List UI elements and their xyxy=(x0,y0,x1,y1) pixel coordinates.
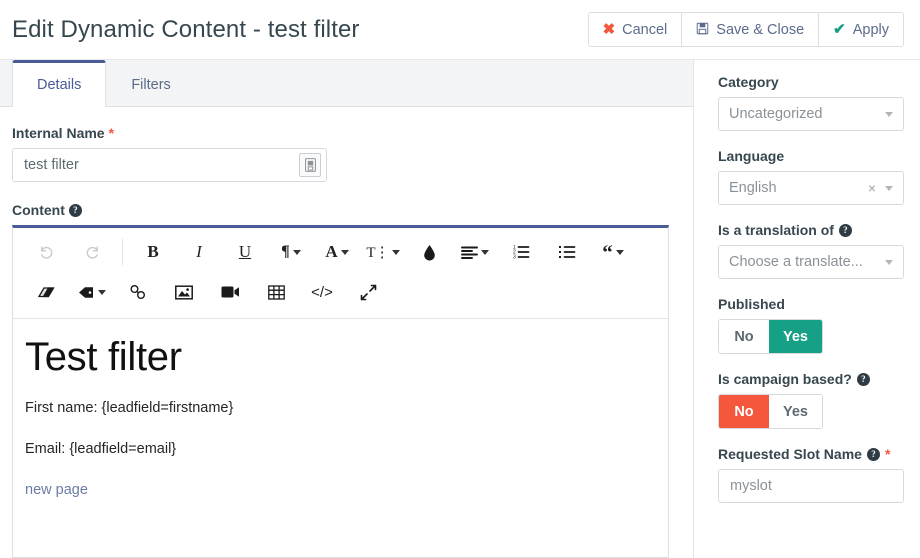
page-body: Details Filters Internal Name * xyxy=(0,60,920,558)
published-option-yes[interactable]: Yes xyxy=(769,320,822,353)
campaign-based-group: Is campaign based? ? No Yes xyxy=(718,371,904,429)
slot-name-input[interactable] xyxy=(718,469,904,503)
internal-name-label: Internal Name * xyxy=(12,125,681,141)
category-select-value: Uncategorized xyxy=(729,106,885,122)
details-panel: Internal Name * Content ? xyxy=(0,107,693,558)
editor-heading: Test filter xyxy=(25,335,654,379)
save-and-close-button[interactable]: Save & Close xyxy=(682,13,819,46)
page-header: Edit Dynamic Content - test filter ✖ Can… xyxy=(0,0,920,60)
font-family-icon[interactable]: A xyxy=(320,236,354,268)
slot-name-group: Requested Slot Name ? * xyxy=(718,446,904,503)
language-select[interactable]: English × xyxy=(718,171,904,205)
question-mark-icon[interactable]: ? xyxy=(839,224,852,237)
floppy-disk-icon xyxy=(696,22,709,37)
main-column: Details Filters Internal Name * xyxy=(0,60,694,558)
clear-formatting-icon[interactable] xyxy=(29,276,63,308)
editor-toolbar: B I U ¶ A T⋮ xyxy=(13,228,668,319)
save-and-close-button-label: Save & Close xyxy=(716,22,804,38)
bold-icon[interactable]: B xyxy=(136,236,170,268)
redo-icon[interactable] xyxy=(75,236,109,268)
insert-table-icon[interactable] xyxy=(259,276,293,308)
tab-filters[interactable]: Filters xyxy=(106,61,195,107)
question-mark-icon[interactable]: ? xyxy=(857,373,870,386)
insert-video-icon[interactable] xyxy=(213,276,247,308)
translation-label: Is a translation of ? xyxy=(718,222,904,238)
translation-label-text: Is a translation of xyxy=(718,222,834,238)
category-label: Category xyxy=(718,74,904,90)
editor-line-firstname: First name: {leadfield=firstname} xyxy=(25,399,654,418)
chevron-down-icon xyxy=(885,112,893,117)
published-option-no[interactable]: No xyxy=(719,320,769,353)
category-select[interactable]: Uncategorized xyxy=(718,97,904,131)
underline-icon[interactable]: U xyxy=(228,236,262,268)
clear-selection-icon[interactable]: × xyxy=(868,181,876,195)
apply-button[interactable]: ✔ Apply xyxy=(819,13,903,46)
category-group: Category Uncategorized xyxy=(718,74,904,131)
page-title: Edit Dynamic Content - test filter xyxy=(12,16,360,44)
chevron-down-icon xyxy=(885,260,893,265)
campaign-based-option-no[interactable]: No xyxy=(719,395,769,428)
font-size-icon[interactable]: T⋮ xyxy=(366,236,400,268)
published-label: Published xyxy=(718,296,904,312)
header-action-buttons: ✖ Cancel Save & Close ✔ Apply xyxy=(588,12,904,47)
campaign-based-label-text: Is campaign based? xyxy=(718,371,852,387)
close-x-icon: ✖ xyxy=(603,22,616,37)
edit-dynamic-content-page: Edit Dynamic Content - test filter ✖ Can… xyxy=(0,0,920,558)
internal-name-label-text: Internal Name xyxy=(12,125,105,141)
quote-icon[interactable]: “ xyxy=(596,236,630,268)
text-color-icon[interactable] xyxy=(412,236,446,268)
paragraph-format-icon[interactable]: ¶ xyxy=(274,236,308,268)
checkmark-icon: ✔ xyxy=(833,22,846,37)
insert-image-icon[interactable] xyxy=(167,276,201,308)
undo-icon[interactable] xyxy=(29,236,63,268)
language-group: Language English × xyxy=(718,148,904,205)
ordered-list-icon[interactable]: 123 xyxy=(504,236,538,268)
published-toggle: No Yes xyxy=(718,319,823,354)
translation-group: Is a translation of ? Choose a translate… xyxy=(718,222,904,279)
insert-link-icon[interactable] xyxy=(121,276,155,308)
tab-bar: Details Filters xyxy=(0,60,693,107)
required-asterisk: * xyxy=(885,446,890,462)
unordered-list-icon[interactable] xyxy=(550,236,584,268)
toolbar-separator xyxy=(122,239,123,265)
fullscreen-icon[interactable] xyxy=(351,276,385,308)
slot-name-label: Requested Slot Name ? * xyxy=(718,446,904,462)
translation-select[interactable]: Choose a translate... xyxy=(718,245,904,279)
editor-content-area[interactable]: Test filter First name: {leadfield=first… xyxy=(13,319,668,557)
builder-token-icon[interactable] xyxy=(299,153,321,177)
language-select-value: English xyxy=(729,180,868,196)
cancel-button-label: Cancel xyxy=(622,22,667,38)
italic-icon[interactable]: I xyxy=(182,236,216,268)
editor-line-new-page: new page xyxy=(25,481,654,500)
apply-button-label: Apply xyxy=(853,22,889,38)
align-icon[interactable] xyxy=(458,236,492,268)
question-mark-icon[interactable]: ? xyxy=(69,204,82,217)
published-group: Published No Yes xyxy=(718,296,904,354)
required-asterisk: * xyxy=(109,125,114,141)
campaign-based-option-yes[interactable]: Yes xyxy=(769,395,822,428)
editor-toolbar-row-1: B I U ¶ A T⋮ xyxy=(17,232,664,272)
sidebar-panel: Category Uncategorized Language English … xyxy=(694,60,920,558)
content-editor: B I U ¶ A T⋮ xyxy=(12,225,669,558)
token-tag-icon[interactable] xyxy=(75,276,109,308)
editor-line-email: Email: {leadfield=email} xyxy=(25,440,654,459)
chevron-down-icon xyxy=(885,186,893,191)
tab-details[interactable]: Details xyxy=(12,60,106,107)
campaign-based-toggle: No Yes xyxy=(718,394,823,429)
slot-name-label-text: Requested Slot Name xyxy=(718,446,862,462)
content-label: Content ? xyxy=(12,202,681,218)
internal-name-input[interactable] xyxy=(12,148,327,182)
content-label-text: Content xyxy=(12,202,65,218)
cancel-button[interactable]: ✖ Cancel xyxy=(589,13,683,46)
internal-name-field-wrap xyxy=(12,148,327,182)
language-label: Language xyxy=(718,148,904,164)
editor-toolbar-row-2: </> xyxy=(17,272,664,312)
campaign-based-label: Is campaign based? ? xyxy=(718,371,904,387)
code-view-icon[interactable]: </> xyxy=(305,276,339,308)
question-mark-icon[interactable]: ? xyxy=(867,448,880,461)
svg-text:3: 3 xyxy=(513,255,516,259)
translation-select-value: Choose a translate... xyxy=(729,254,885,270)
